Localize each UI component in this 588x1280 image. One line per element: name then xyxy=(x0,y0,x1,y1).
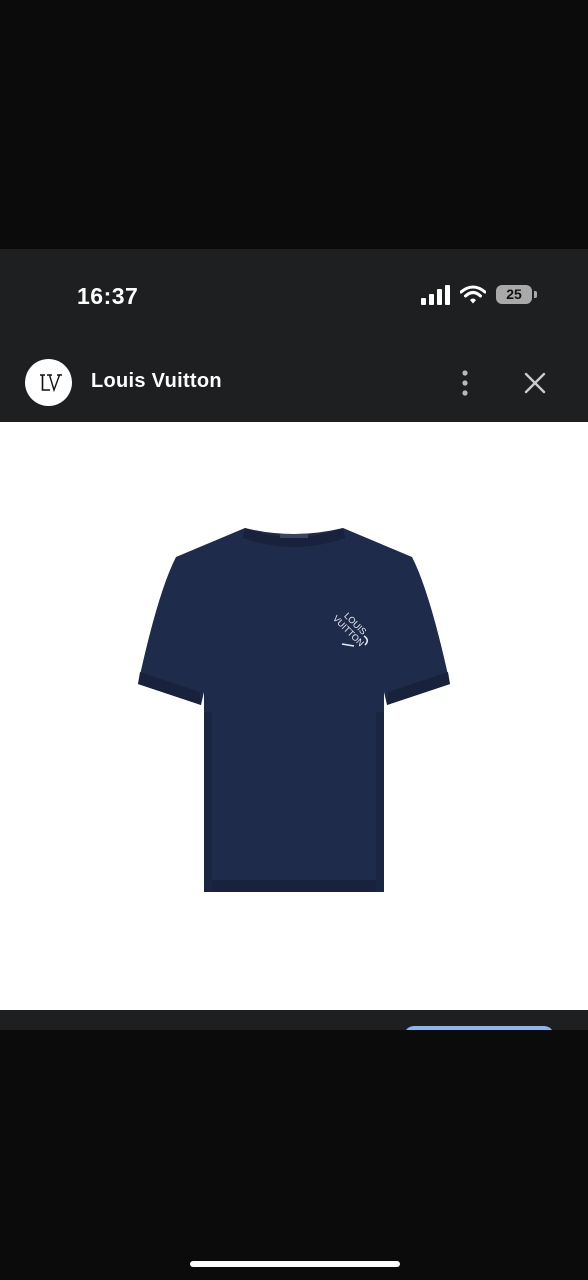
page-title: Louis Vuitton xyxy=(91,370,222,392)
home-indicator[interactable] xyxy=(190,1261,400,1267)
battery-icon: 25 xyxy=(496,285,538,305)
close-button[interactable] xyxy=(520,368,550,398)
signal-icon xyxy=(421,285,450,305)
lv-logo-icon xyxy=(39,373,62,392)
more-options-button[interactable] xyxy=(452,368,478,398)
navy-tshirt-product-image: LOUIS VUITTON xyxy=(0,422,588,1010)
brand-avatar[interactable] xyxy=(25,359,72,406)
app-header xyxy=(0,341,588,422)
top-letterbox xyxy=(0,0,588,249)
wifi-icon xyxy=(460,285,486,304)
close-icon xyxy=(524,372,546,394)
more-vertical-icon xyxy=(462,370,468,396)
product-image-viewer[interactable]: LOUIS VUITTON xyxy=(0,422,588,1010)
status-time: 16:37 xyxy=(77,283,139,309)
bottom-letterbox xyxy=(0,1030,588,1280)
battery-level: 25 xyxy=(506,286,522,302)
